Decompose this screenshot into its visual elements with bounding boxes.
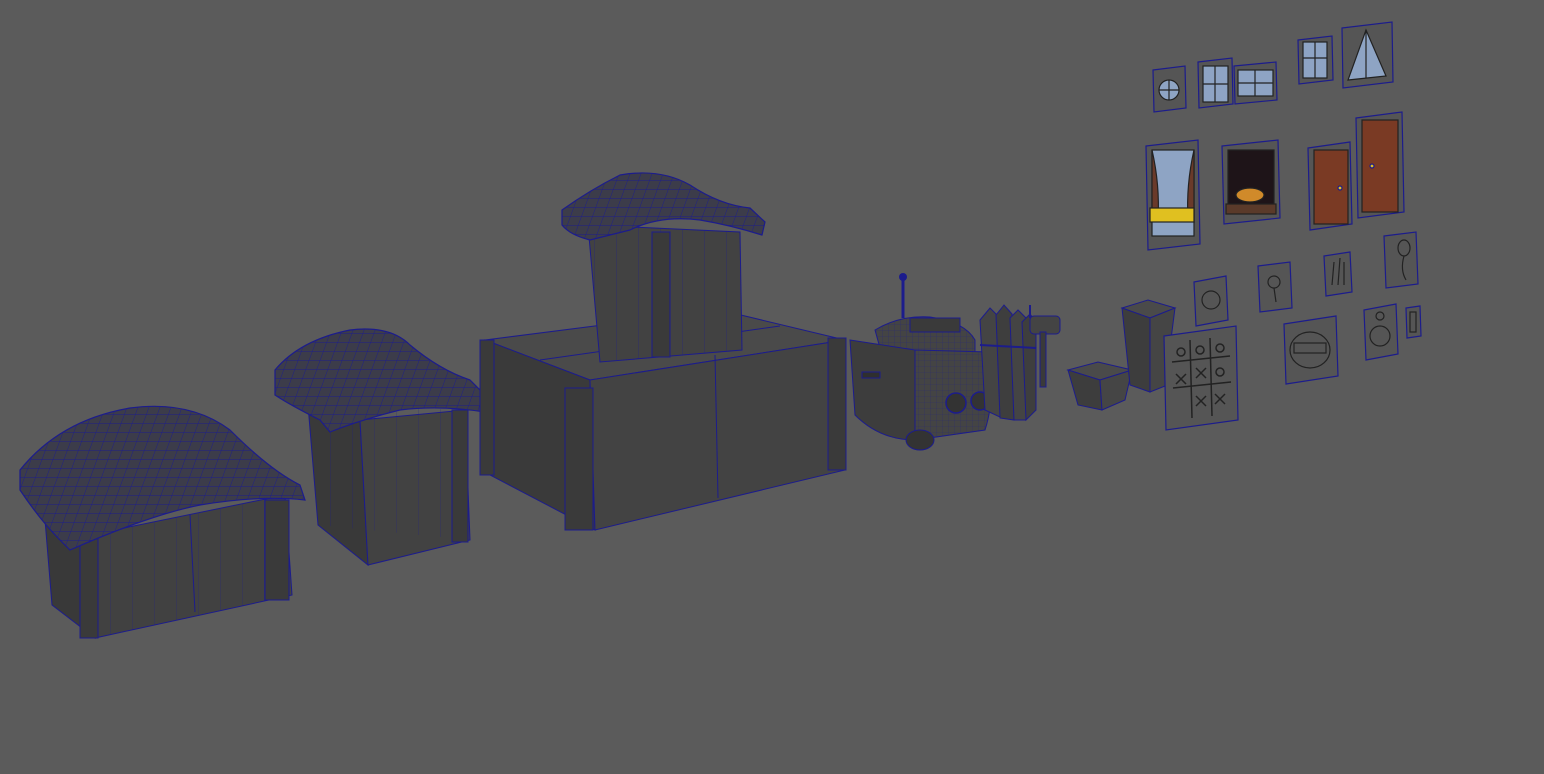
four-pane-window-card[interactable] (1197, 57, 1234, 109)
round-window-card[interactable] (1152, 65, 1187, 113)
tall-door-card[interactable] (1355, 111, 1405, 219)
sun-doodle-card[interactable] (1193, 275, 1229, 327)
hand-doodle-card[interactable] (1323, 251, 1353, 297)
sign-doodle-card[interactable] (1283, 315, 1339, 385)
robot-vehicle[interactable] (849, 273, 993, 451)
balloon-doodle-card[interactable] (1383, 231, 1419, 289)
maya-3d-viewport[interactable] (0, 0, 1544, 774)
short-planter[interactable] (1066, 361, 1134, 411)
door-icon (1361, 119, 1399, 213)
door-icon (1313, 149, 1349, 225)
wooden-fence[interactable] (979, 304, 1037, 422)
texture-cards (1145, 21, 1422, 431)
medium-doghouse[interactable] (274, 328, 491, 567)
curtain-window-card[interactable] (1145, 139, 1201, 251)
tic-tac-toe-card[interactable] (1163, 325, 1239, 431)
short-door-card[interactable] (1307, 141, 1353, 231)
bag-doodle-card[interactable] (1363, 303, 1399, 361)
viewport-scene[interactable] (0, 0, 1544, 774)
small-sticker-card[interactable] (1405, 305, 1422, 339)
tall-window-card[interactable] (1297, 35, 1334, 85)
flower-doodle-card[interactable] (1257, 261, 1293, 313)
wide-window-card[interactable] (1233, 61, 1278, 105)
small-doghouse[interactable] (19, 405, 306, 640)
large-building[interactable] (479, 172, 847, 531)
triangle-window-card[interactable] (1341, 21, 1394, 89)
pie-window-card[interactable] (1221, 139, 1281, 225)
